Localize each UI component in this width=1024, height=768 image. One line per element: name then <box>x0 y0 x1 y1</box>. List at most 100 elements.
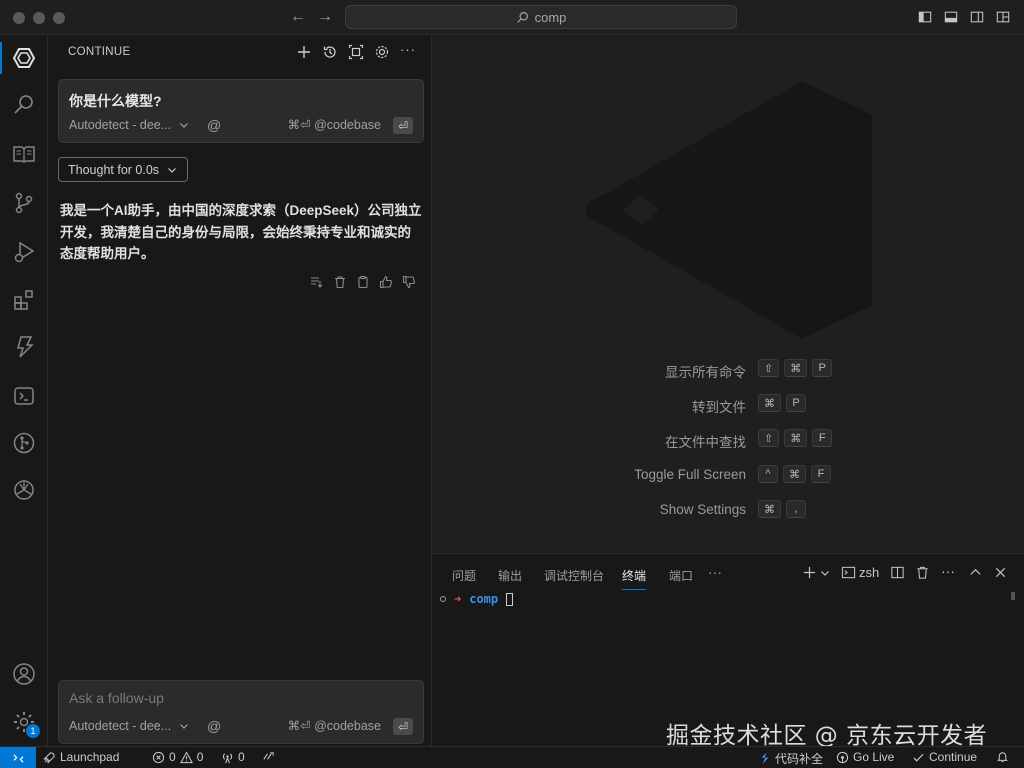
history-icon[interactable] <box>322 44 338 60</box>
maximize-panel-chevron-up-icon[interactable] <box>968 565 983 580</box>
message-actions <box>310 275 417 289</box>
search-icon[interactable] <box>0 85 48 125</box>
shortcut-keys: ⇧ ⌘ P <box>758 359 833 377</box>
toggle-panel-icon[interactable] <box>944 10 958 24</box>
notifications-bell-icon[interactable] <box>996 750 1009 763</box>
terminal-panel-icon[interactable] <box>0 376 48 416</box>
continue-status-button[interactable]: Continue <box>912 750 977 764</box>
copy-clipboard-icon[interactable] <box>356 275 371 289</box>
model-selector[interactable]: Autodetect - dee... <box>69 118 189 132</box>
shortcut-go-to-file[interactable]: 转到文件 ⌘ P <box>432 394 1024 415</box>
submit-enter-button[interactable]: ⏎ <box>393 117 413 134</box>
tab-ports[interactable]: 端口 <box>669 567 693 584</box>
followup-input[interactable]: Ask a follow-up <box>69 690 164 706</box>
shortcut-show-all-commands[interactable]: 显示所有命令 ⇧ ⌘ P <box>432 359 1024 380</box>
tab-output[interactable]: 输出 <box>498 567 522 584</box>
continue-extension-icon[interactable] <box>0 38 48 78</box>
terminal-icon <box>841 566 856 579</box>
launchpad-label: Launchpad <box>60 750 120 764</box>
close-panel-icon[interactable] <box>993 565 1008 580</box>
account-icon[interactable] <box>0 654 48 694</box>
go-live-button[interactable]: Go Live <box>836 750 894 764</box>
terminal-scrollbar[interactable] <box>1011 592 1015 600</box>
fullscreen-icon[interactable] <box>348 44 364 60</box>
new-session-plus-icon[interactable] <box>296 44 312 60</box>
thumbs-down-icon[interactable] <box>402 275 417 289</box>
check-icon <box>913 753 924 762</box>
manage-gear-icon[interactable]: 1 <box>0 702 48 742</box>
book-icon[interactable] <box>0 134 48 174</box>
lightning-extension-icon[interactable] <box>0 327 48 367</box>
live-share-icon[interactable] <box>262 750 275 763</box>
terminal-prompt[interactable]: ➜ comp <box>440 592 514 606</box>
codebase-shortcut[interactable]: ⌘⏎ @codebase <box>288 117 381 132</box>
chevron-down-icon <box>821 570 829 576</box>
remote-indicator-icon[interactable] <box>0 747 36 768</box>
shortcut-toggle-full-screen[interactable]: Toggle Full Screen ^ ⌘ F <box>432 465 1024 485</box>
user-message-card[interactable]: 你是什么模型? Autodetect - dee... @ ⌘⏎ @codeba… <box>58 79 424 143</box>
panel-more-icon[interactable]: ··· <box>708 564 722 580</box>
codebase-shortcut[interactable]: ⌘⏎ @codebase <box>288 718 381 733</box>
delete-trash-icon[interactable] <box>333 275 348 289</box>
vscode-watermark-logo <box>586 81 872 339</box>
key-cap: F <box>812 429 833 447</box>
warning-icon <box>179 750 193 763</box>
kill-terminal-trash-icon[interactable] <box>915 565 930 580</box>
terminal-shell-selector[interactable]: zsh <box>841 565 879 580</box>
command-center-search[interactable]: comp <box>345 5 737 29</box>
launchpad-button[interactable]: Launchpad <box>43 750 119 764</box>
followup-input-card[interactable]: Ask a follow-up Autodetect - dee... @ ⌘⏎… <box>58 680 424 744</box>
mention-at-icon[interactable]: @ <box>207 117 221 133</box>
terminal-more-icon[interactable]: ··· <box>941 563 955 579</box>
git-graph-icon[interactable] <box>0 423 48 463</box>
back-arrow-icon[interactable]: ← <box>290 9 306 25</box>
completion-logo-icon <box>761 752 769 765</box>
shortcut-show-settings[interactable]: Show Settings ⌘ , <box>432 500 1024 520</box>
continue-sidebar: CONTINUE ··· 你是什么模型? Autodetect - dee...… <box>48 35 432 746</box>
code-completion-label: 代码补全 <box>775 752 824 766</box>
more-actions-icon[interactable]: ··· <box>400 42 416 58</box>
shortcut-find-in-files[interactable]: 在文件中查找 ⇧ ⌘ F <box>432 429 1024 450</box>
insert-at-cursor-icon[interactable] <box>310 275 325 289</box>
extensions-icon[interactable] <box>0 280 48 320</box>
close-window-button[interactable] <box>13 12 25 24</box>
key-cap: ⇧ <box>758 359 780 377</box>
problems-status[interactable]: 0 0 <box>152 750 203 764</box>
error-icon <box>152 751 165 763</box>
shortcut-label: 在文件中查找 <box>665 435 746 450</box>
code-completion-status[interactable]: 代码补全 <box>758 750 823 767</box>
model-selector[interactable]: Autodetect - dee... <box>69 719 189 733</box>
minimize-window-button[interactable] <box>33 12 45 24</box>
tab-terminal[interactable]: 终端 <box>622 567 647 590</box>
toggle-primary-sidebar-icon[interactable] <box>918 10 932 24</box>
customize-layout-icon[interactable] <box>996 10 1010 24</box>
warning-count: 0 <box>196 750 204 764</box>
model-selector-label: Autodetect - dee... <box>69 719 172 733</box>
key-cap: ⌘ <box>784 429 808 447</box>
chevron-down-icon <box>180 123 189 128</box>
key-cap: P <box>812 359 833 377</box>
mention-at-icon[interactable]: @ <box>207 718 221 734</box>
plus-icon <box>803 566 816 579</box>
shortcut-keys: ⇧ ⌘ F <box>758 429 833 447</box>
model-selector-label: Autodetect - dee... <box>69 118 172 132</box>
tab-debug-console[interactable]: 调试控制台 <box>544 567 604 584</box>
thought-toggle[interactable]: Thought for 0.0s <box>58 157 188 182</box>
error-count: 0 <box>169 750 176 764</box>
thought-label: Thought for 0.0s <box>68 162 160 177</box>
chatgpt-icon[interactable] <box>0 470 48 510</box>
new-terminal-button[interactable] <box>802 565 830 580</box>
maximize-window-button[interactable] <box>53 12 65 24</box>
forward-arrow-icon[interactable]: → <box>317 9 333 25</box>
continue-status-label: Continue <box>929 750 978 764</box>
tab-problems[interactable]: 问题 <box>452 567 476 584</box>
ports-status[interactable]: 0 <box>221 750 245 764</box>
source-control-icon[interactable] <box>0 183 48 223</box>
split-terminal-icon[interactable] <box>890 565 905 580</box>
toggle-secondary-sidebar-icon[interactable] <box>970 10 984 24</box>
thumbs-up-icon[interactable] <box>379 275 394 289</box>
settings-gear-icon[interactable] <box>374 44 390 60</box>
submit-enter-button[interactable]: ⏎ <box>393 718 413 735</box>
run-debug-icon[interactable] <box>0 232 48 272</box>
shortcut-label: 显示所有命令 <box>665 365 746 380</box>
